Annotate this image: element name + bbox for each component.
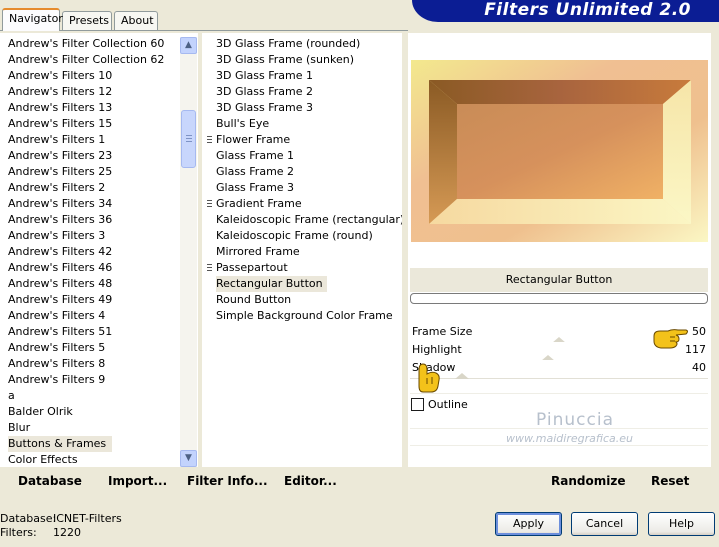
category-item[interactable]: Andrew's Filters 4: [8, 308, 105, 324]
filter-item[interactable]: Glass Frame 3: [216, 180, 294, 196]
category-item[interactable]: Andrew's Filters 15: [8, 116, 112, 132]
filters-count-value: 1220: [53, 526, 81, 539]
apply-button[interactable]: Apply: [495, 512, 562, 536]
filter-item[interactable]: Bull's Eye: [216, 116, 269, 132]
group-marker-icon: [207, 136, 212, 145]
filter-item[interactable]: Simple Background Color Frame: [216, 308, 393, 324]
category-item[interactable]: Andrew's Filters 2: [8, 180, 105, 196]
category-item[interactable]: Andrew's Filters 51: [8, 324, 112, 340]
category-item[interactable]: Andrew's Filters 13: [8, 100, 112, 116]
param-value: 50: [692, 325, 706, 338]
watermark-site: www.maidiregrafica.eu: [506, 432, 633, 445]
filter-list[interactable]: 3D Glass Frame (rounded) 3D Glass Frame (…: [202, 33, 402, 467]
filter-item[interactable]: 3D Glass Frame (rounded): [216, 36, 360, 52]
category-item[interactable]: Color Effects: [8, 452, 78, 467]
scroll-down-icon[interactable]: ▼: [180, 450, 197, 467]
category-item[interactable]: Andrew's Filters 23: [8, 148, 112, 164]
tab-navigator[interactable]: Navigator: [2, 8, 63, 31]
filter-item[interactable]: Round Button: [216, 292, 291, 308]
filter-item[interactable]: 3D Glass Frame (sunken): [216, 52, 354, 68]
category-item[interactable]: Andrew's Filter Collection 62: [8, 52, 164, 68]
app-title: Filters Unlimited 2.0: [484, 0, 691, 20]
filter-item[interactable]: Gradient Frame: [216, 196, 302, 212]
scroll-up-icon[interactable]: ▲: [180, 37, 197, 54]
filter-preview-image: [411, 60, 708, 242]
watermark-name: Pinuccia: [536, 410, 614, 430]
pointing-hand-icon: [418, 363, 440, 393]
category-item[interactable]: Andrew's Filters 49: [8, 292, 112, 308]
blank-param-row: [410, 378, 708, 394]
filter-item[interactable]: Glass Frame 1: [216, 148, 294, 164]
reset-button[interactable]: Reset: [651, 474, 689, 488]
filter-item[interactable]: Passepartout: [216, 260, 288, 276]
filter-item[interactable]: Flower Frame: [216, 132, 290, 148]
outline-checkbox[interactable]: [411, 398, 424, 411]
filter-item[interactable]: Kaleidoscopic Frame (round): [216, 228, 373, 244]
category-scrollbar[interactable]: ▲ ▼: [180, 37, 197, 467]
category-item[interactable]: Buttons & Frames: [8, 436, 113, 452]
filter-item[interactable]: Glass Frame 2: [216, 164, 294, 180]
category-item[interactable]: Andrew's Filters 34: [8, 196, 112, 212]
category-item[interactable]: Andrew's Filters 42: [8, 244, 112, 260]
cancel-button[interactable]: Cancel: [571, 512, 638, 536]
filter-item[interactable]: 3D Glass Frame 2: [216, 84, 313, 100]
tab-about[interactable]: About: [114, 11, 158, 30]
category-item[interactable]: Andrew's Filters 10: [8, 68, 112, 84]
import-button[interactable]: Import...: [108, 474, 167, 488]
group-marker-icon: [207, 200, 212, 209]
param-value: 40: [692, 361, 706, 374]
category-item[interactable]: Andrew's Filter Collection 60: [8, 36, 164, 52]
editor-button[interactable]: Editor...: [284, 474, 337, 488]
filters-count-label: Filters:: [0, 526, 37, 539]
category-item[interactable]: Andrew's Filters 12: [8, 84, 112, 100]
randomize-button[interactable]: Randomize: [551, 474, 625, 488]
filter-name-display: Rectangular Button: [410, 268, 708, 292]
scroll-thumb[interactable]: [181, 110, 196, 168]
database-label: Database:: [0, 512, 57, 525]
pointing-hand-icon: [653, 329, 688, 349]
category-item[interactable]: Andrew's Filters 25: [8, 164, 112, 180]
category-list[interactable]: Andrew's Filter Collection 60 Andrew's Fi…: [0, 33, 198, 467]
category-item[interactable]: Andrew's Filters 48: [8, 276, 112, 292]
param-label: Frame Size: [412, 325, 473, 338]
tab-presets[interactable]: Presets: [62, 11, 112, 30]
category-item[interactable]: Andrew's Filters 8: [8, 356, 105, 372]
category-item[interactable]: Balder Olrik: [8, 404, 73, 420]
param-label: Highlight: [412, 343, 462, 356]
category-item[interactable]: Andrew's Filters 36: [8, 212, 112, 228]
category-item[interactable]: Andrew's Filters 46: [8, 260, 112, 276]
title-banner: Filters Unlimited 2.0: [412, 0, 719, 22]
filter-item[interactable]: Mirrored Frame: [216, 244, 300, 260]
category-item[interactable]: Andrew's Filters 3: [8, 228, 105, 244]
tab-strip-line: [0, 30, 408, 31]
group-marker-icon: [207, 264, 212, 273]
help-button[interactable]: Help: [648, 512, 715, 536]
filter-item[interactable]: Kaleidoscopic Frame (rectangular): [216, 212, 402, 228]
filter-info-button[interactable]: Filter Info...: [187, 474, 268, 488]
category-item[interactable]: a: [8, 388, 15, 404]
filter-item[interactable]: Rectangular Button: [216, 276, 327, 292]
filter-item[interactable]: 3D Glass Frame 3: [216, 100, 313, 116]
progress-bar: [410, 293, 708, 304]
category-item[interactable]: Andrew's Filters 1: [8, 132, 105, 148]
outline-label: Outline: [428, 398, 468, 411]
category-item[interactable]: Blur: [8, 420, 30, 436]
category-item[interactable]: Andrew's Filters 5: [8, 340, 105, 356]
filter-item[interactable]: 3D Glass Frame 1: [216, 68, 313, 84]
database-value: ICNET-Filters: [53, 512, 122, 525]
category-item[interactable]: Andrew's Filters 9: [8, 372, 105, 388]
database-button[interactable]: Database: [18, 474, 82, 488]
